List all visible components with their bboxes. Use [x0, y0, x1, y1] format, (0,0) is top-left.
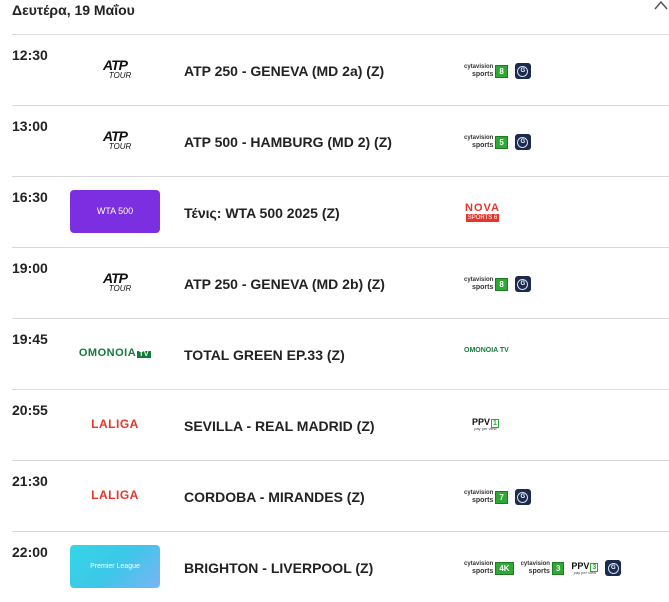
- event-title[interactable]: ATP 250 - GENEVA (MD 2b) (Z): [184, 276, 385, 292]
- event-time: 22:00: [12, 544, 48, 560]
- event-row[interactable]: 12:30 ATP TOUR ATP 250 - GENEVA (MD 2a) (…: [12, 34, 669, 105]
- premier-league-logo: Premier League: [70, 544, 160, 588]
- event-title[interactable]: Τένις: WTA 500 2025 (Z): [184, 205, 340, 221]
- event-row[interactable]: 21:30 LALIGA CORDOBA - MIRANDES (Z) cyta…: [12, 460, 669, 531]
- atp-tour-logo: ATP TOUR: [103, 128, 132, 151]
- cytavision-sports-4k-channel: cytavision sports 4K: [464, 561, 514, 575]
- cytavision-sports-channel: cytavision sports 7: [464, 490, 508, 504]
- omonoia-tv-logo: OMONOIA TV: [78, 347, 152, 359]
- chevron-up-icon[interactable]: [653, 0, 669, 12]
- channel-list: cytavision sports 8 G: [464, 63, 531, 79]
- event-time: 19:00: [12, 260, 48, 276]
- laliga-logo: LALIGA: [91, 488, 139, 502]
- event-row[interactable]: 16:30 WTA 500 Τένις: WTA 500 2025 (Z) NO…: [12, 176, 669, 247]
- channel-list: NOVA SPORTS 6: [465, 203, 507, 222]
- event-title[interactable]: CORDOBA - MIRANDES (Z): [184, 489, 365, 505]
- day-header: Δευτέρα, 19 Μαΐου: [12, 0, 669, 34]
- event-time: 13:00: [12, 118, 48, 134]
- channel-list: cytavision sports 5 G: [464, 134, 531, 150]
- event-time: 12:30: [12, 47, 48, 63]
- go-app-icon: G: [514, 134, 531, 150]
- go-app-icon: G: [514, 276, 531, 292]
- event-time: 21:30: [12, 473, 48, 489]
- wta-logo: WTA 500: [70, 189, 160, 233]
- atp-tour-logo: ATP TOUR: [103, 57, 132, 80]
- omonoia-tv-channel: OMONOIA TV: [464, 347, 509, 354]
- channel-list: cytavision sports 7 G: [464, 489, 531, 505]
- event-title[interactable]: SEVILLA - REAL MADRID (Z): [184, 418, 375, 434]
- cytavision-sports-channel: cytavision sports 3: [521, 561, 565, 575]
- go-app-icon: G: [605, 560, 622, 576]
- event-time: 19:45: [12, 331, 48, 347]
- event-time: 20:55: [12, 402, 48, 418]
- go-app-icon: G: [514, 63, 531, 79]
- event-time: 16:30: [12, 189, 48, 205]
- event-title[interactable]: BRIGHTON - LIVERPOOL (Z): [184, 560, 373, 576]
- channel-list: cytavision sports 8 G: [464, 276, 531, 292]
- ppv-channel: PPV 3 pay per view: [571, 560, 599, 575]
- event-title[interactable]: TOTAL GREEN EP.33 (Z): [184, 347, 345, 363]
- event-title[interactable]: ATP 500 - HAMBURG (MD 2) (Z): [184, 134, 392, 150]
- event-row[interactable]: 22:00 Premier League BRIGHTON - LIVERPOO…: [12, 531, 669, 602]
- ppv-channel: PPV 1 pay per view: [472, 417, 499, 431]
- channel-list: cytavision sports 4K cytavision sports 3 P…: [464, 560, 622, 576]
- channel-list: PPV 1 pay per view: [472, 418, 506, 431]
- event-row[interactable]: 13:00 ATP TOUR ATP 500 - HAMBURG (MD 2) (…: [12, 105, 669, 176]
- day-date: Δευτέρα, 19 Μαΐου: [12, 2, 135, 18]
- event-row[interactable]: 19:00 ATP TOUR ATP 250 - GENEVA (MD 2b) (…: [12, 247, 669, 318]
- cytavision-sports-channel: cytavision sports 8: [464, 64, 508, 78]
- channel-list: OMONOIA TV: [464, 347, 516, 354]
- event-row[interactable]: 20:55 LALIGA SEVILLA - REAL MADRID (Z) P…: [12, 389, 669, 460]
- event-row[interactable]: 19:45 OMONOIA TV TOTAL GREEN EP.33 (Z) OM…: [12, 318, 669, 389]
- nova-sports-channel: NOVA SPORTS 6: [465, 202, 500, 222]
- cytavision-sports-channel: cytavision sports 5: [464, 135, 508, 149]
- event-title[interactable]: ATP 250 - GENEVA (MD 2a) (Z): [184, 63, 384, 79]
- cytavision-sports-channel: cytavision sports 8: [464, 277, 508, 291]
- go-app-icon: G: [514, 489, 531, 505]
- atp-tour-logo: ATP TOUR: [103, 270, 132, 293]
- laliga-logo: LALIGA: [91, 417, 139, 431]
